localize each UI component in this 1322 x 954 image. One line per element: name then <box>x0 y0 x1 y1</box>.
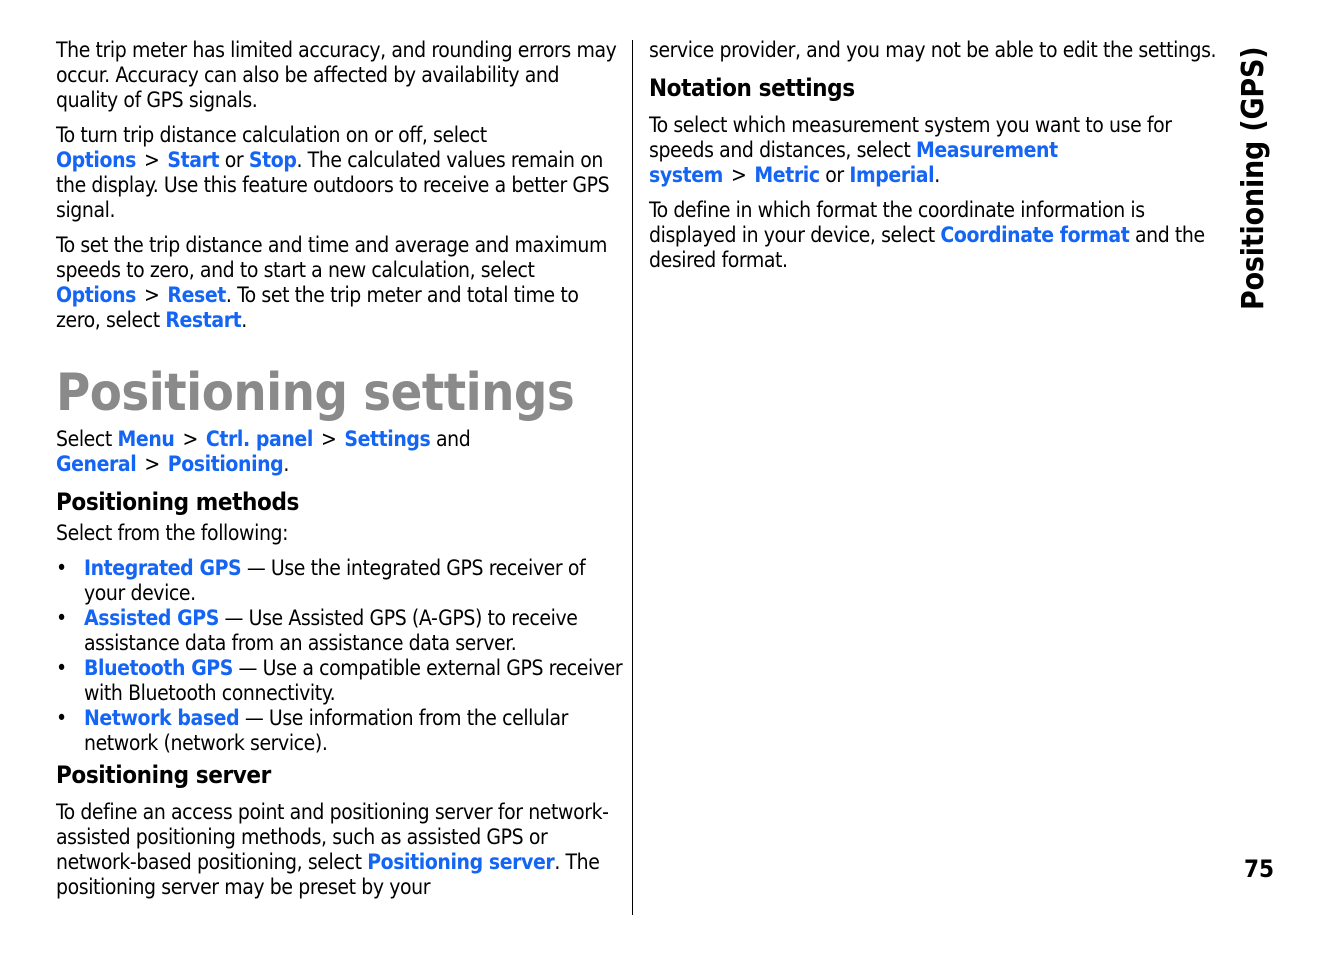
text: . <box>934 163 940 187</box>
general-link[interactable]: General <box>56 452 137 476</box>
settings-link[interactable]: Settings <box>344 427 430 451</box>
section-title: Positioning settings <box>56 363 575 423</box>
path-separator: > <box>143 148 160 172</box>
options-link[interactable]: Options <box>56 283 136 307</box>
positioning-server-heading: Positioning server <box>56 761 271 789</box>
chapter-side-tab: Positioning (GPS) <box>1236 46 1271 310</box>
menu-link[interactable]: Menu <box>118 427 175 451</box>
manual-page: The trip meter has limited accuracy, and… <box>0 0 1322 954</box>
text: To select which measurement system you w… <box>649 113 1172 162</box>
text: or <box>819 163 850 187</box>
trip-meter-accuracy-paragraph: The trip meter has limited accuracy, and… <box>56 38 617 112</box>
positioning-link[interactable]: Positioning <box>168 452 284 476</box>
list-item: • Network based — Use information from th… <box>56 706 626 756</box>
positioning-server-paragraph: To define an access point and positionin… <box>56 800 626 900</box>
stop-link[interactable]: Stop <box>249 148 297 172</box>
path-separator: > <box>320 427 337 451</box>
start-link[interactable]: Start <box>167 148 219 172</box>
reset-link[interactable]: Reset <box>167 283 226 307</box>
settings-path-paragraph: Select Menu > Ctrl. panel > Settings and Gen… <box>56 427 626 477</box>
imperial-link[interactable]: Imperial <box>849 163 934 187</box>
path-separator: > <box>143 283 160 307</box>
assisted-gps-link[interactable]: Assisted GPS <box>84 606 219 630</box>
coordinate-paragraph: To define in which format the coordinate… <box>649 198 1219 273</box>
restart-link[interactable]: Restart <box>165 308 241 332</box>
text: To set the trip distance and time and av… <box>56 233 607 282</box>
text: . <box>241 308 247 332</box>
list-item: • Bluetooth GPS — Use a compatible extern… <box>56 656 626 706</box>
positioning-methods-heading: Positioning methods <box>56 488 299 516</box>
column-divider <box>632 40 633 915</box>
trip-reset-paragraph: To set the trip distance and time and av… <box>56 233 626 333</box>
bluetooth-gps-link[interactable]: Bluetooth GPS <box>84 656 233 680</box>
text: To turn trip distance calculation on or … <box>56 123 487 147</box>
server-continued-paragraph: service provider, and you may not be abl… <box>649 38 1217 62</box>
right-column: service provider, and you may not be abl… <box>649 38 1219 283</box>
options-link[interactable]: Options <box>56 148 136 172</box>
measurement-paragraph: To select which measurement system you w… <box>649 113 1219 188</box>
ctrl-panel-link[interactable]: Ctrl. panel <box>206 427 313 451</box>
path-separator: > <box>730 163 747 187</box>
text: or <box>219 148 249 172</box>
path-separator: > <box>144 452 160 476</box>
list-item: • Integrated GPS — Use the integrated GPS… <box>56 556 626 606</box>
metric-link[interactable]: Metric <box>754 163 820 187</box>
path-separator: > <box>182 427 198 451</box>
bullet-icon: • <box>56 606 67 630</box>
methods-intro: Select from the following: <box>56 521 289 545</box>
methods-list: • Integrated GPS — Use the integrated GPS… <box>56 556 626 756</box>
text: Select <box>56 427 118 451</box>
left-column: The trip meter has limited accuracy, and… <box>56 38 626 910</box>
integrated-gps-link[interactable]: Integrated GPS <box>84 556 242 580</box>
text: . <box>283 452 289 476</box>
list-item: • Assisted GPS — Use Assisted GPS (A-GPS)… <box>56 606 626 656</box>
bullet-icon: • <box>56 556 67 580</box>
positioning-server-link[interactable]: Positioning server <box>367 850 555 874</box>
network-based-link[interactable]: Network based <box>84 706 240 730</box>
bullet-icon: • <box>56 656 67 680</box>
bullet-icon: • <box>56 706 67 730</box>
text: and <box>430 427 471 451</box>
coordinate-format-link[interactable]: Coordinate format <box>940 223 1129 247</box>
page-number: 75 <box>1244 855 1275 883</box>
trip-calc-paragraph: To turn trip distance calculation on or … <box>56 123 626 223</box>
notation-settings-heading: Notation settings <box>649 74 855 102</box>
